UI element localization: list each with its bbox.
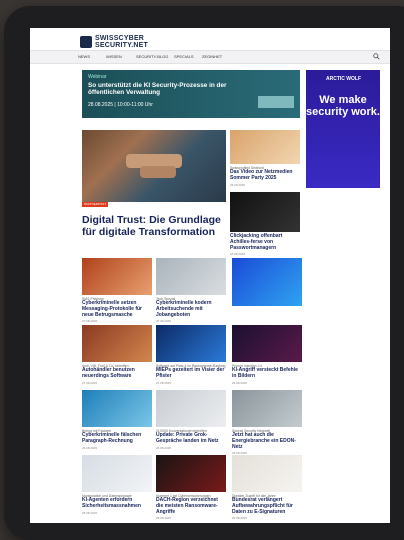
article-thumbnail	[156, 455, 226, 492]
nav-item-security-blog[interactable]: SECURITY-BLOG	[136, 54, 168, 59]
article-thumbnail	[82, 325, 152, 362]
article-thumbnail	[232, 390, 302, 427]
nav-item-specials[interactable]: SPECIALS	[174, 54, 194, 59]
article-thumbnail	[232, 455, 302, 492]
article-thumbnail	[82, 390, 152, 427]
nav-item-news[interactable]: NEWS	[78, 54, 90, 59]
article-card[interactable]: 210'000 Konversationen betroffen Update:…	[156, 390, 226, 450]
nav-item-wissen[interactable]: WISSEN	[106, 54, 122, 59]
search-icon[interactable]	[373, 53, 380, 60]
hero-image[interactable]	[82, 130, 226, 202]
article-thumbnail	[82, 258, 152, 295]
article-card[interactable]: Audi, VW, Ford & Co. betroffen Autohändl…	[82, 325, 152, 385]
ad-title: We make security work.	[306, 94, 380, 118]
article-card[interactable]: Digitaler Zugriff für alle Jahre Bundesr…	[232, 455, 302, 520]
hero-title[interactable]: Digital Trust: Die Grundlage für digital…	[82, 214, 232, 238]
article-card[interactable]: Tech Spezial Cyberkriminelle kodern Arbe…	[156, 258, 226, 323]
banner-eyebrow: Webinar	[88, 74, 107, 80]
article-thumbnail	[156, 325, 226, 362]
shield-icon	[80, 36, 92, 48]
article-card[interactable]: SMS-Phishing Cyberkriminelle setzen Mess…	[82, 258, 152, 323]
article-thumbnail	[232, 325, 302, 362]
banner-title: So unterstützt die KI Security-Prozesse …	[88, 82, 227, 97]
logo-text: SWISSCYBER SECURITY.NET	[95, 35, 148, 49]
article-card[interactable]: Spezial Security Netzwelt Jetzt hat auch…	[232, 390, 302, 455]
banner-date: 28.08.2025 | 10:00-11:00 Uhr	[88, 102, 153, 108]
article-card[interactable]: Software auf Platz 4 im Ransomware-Ranki…	[156, 325, 226, 385]
site-header: SWISSCYBER SECURITY.NET	[30, 28, 390, 50]
article-thumbnail	[156, 390, 226, 427]
article-card[interactable]: Prompt Injection 2.0 KI-Angriff versteck…	[232, 325, 302, 385]
article-thumbnail	[82, 455, 152, 492]
hero-badge: PARTNERPOST	[82, 202, 108, 207]
banner-button[interactable]	[258, 96, 294, 108]
promo-card[interactable]	[232, 258, 302, 306]
sidebar-ad[interactable]: ARCTIC WOLF We make security work.	[306, 70, 380, 188]
hands-shape	[140, 166, 176, 178]
webinar-banner[interactable]: Webinar So unterstützt die KI Security-P…	[82, 70, 300, 118]
side-article[interactable]: Swissprofiled Seabord Das Video zur Netz…	[230, 130, 300, 187]
article-thumbnail	[230, 192, 300, 232]
ad-brand: ARCTIC WOLF	[326, 76, 361, 82]
nav-item-zeginhet[interactable]: ZEGINHET	[202, 54, 222, 59]
side-article[interactable]: Clickjacking offenbart Achilles-ferse vo…	[230, 192, 300, 256]
main-nav: NEWS WISSEN SECURITY-BLOG SPECIALS ZEGIN…	[30, 50, 390, 64]
article-thumbnail	[156, 258, 226, 295]
browser-viewport: SWISSCYBER SECURITY.NET NEWS WISSEN SECU…	[30, 28, 390, 523]
promo-thumbnail	[232, 258, 302, 306]
article-card[interactable]: Betrug mit Fastweb Cyberkriminelle fälsc…	[82, 390, 152, 450]
article-thumbnail	[230, 130, 300, 164]
site-logo[interactable]: SWISSCYBER SECURITY.NET	[80, 35, 148, 49]
article-card[interactable]: Nummer 1 bei Cyberversicherungen DACH-Re…	[156, 455, 226, 520]
article-card[interactable]: Manipulation und Datenspionage KI-Agente…	[82, 455, 152, 515]
